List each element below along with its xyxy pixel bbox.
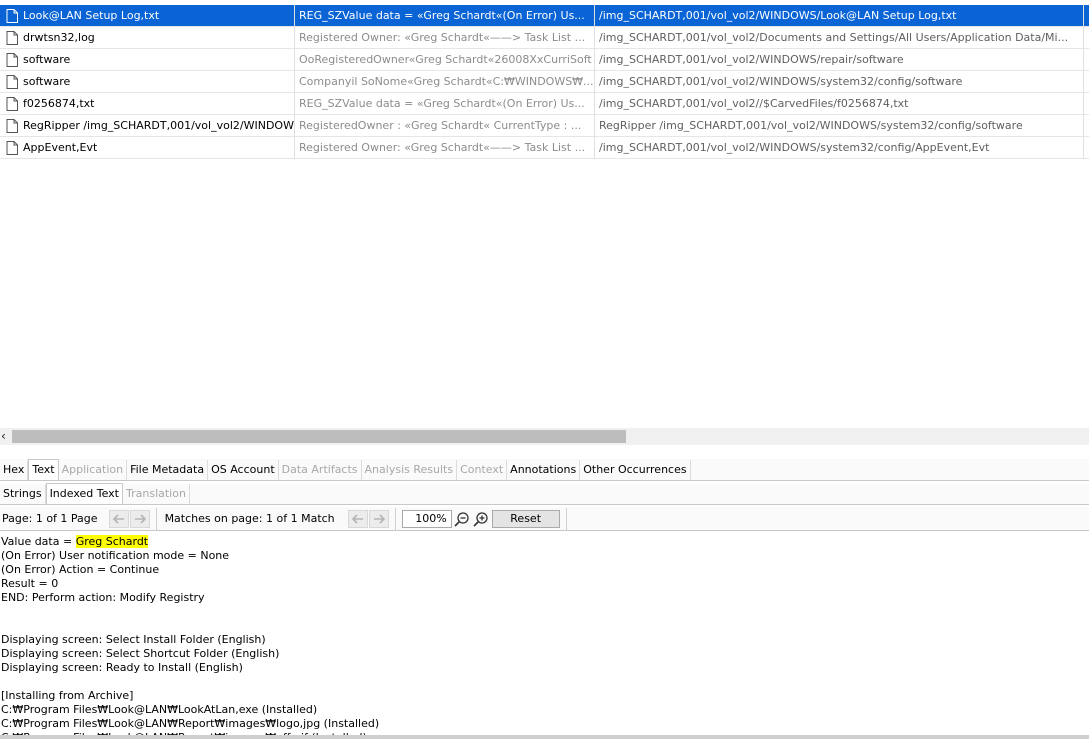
result-name-cell[interactable]: drwtsn32,log (0, 27, 295, 49)
result-name-cell[interactable]: AppEvent,Evt (0, 137, 295, 159)
previous-page-button[interactable] (108, 509, 129, 528)
zoom-in-button[interactable] (472, 510, 490, 528)
document-icon (6, 53, 18, 67)
file-name: AppEvent,Evt (23, 141, 98, 154)
file-path-cell[interactable]: /img_SCHARDT,001/vol_vol2/WINDOWS/system… (595, 137, 1084, 159)
file-path-cell[interactable]: /img_SCHARDT,001/vol_vol2/WINDOWS/Look@L… (595, 5, 1084, 27)
content-line: Displaying screen: Select Install Folder… (1, 633, 266, 646)
zoom-level-field[interactable]: 100% (401, 509, 452, 528)
zoom-out-button[interactable] (453, 510, 471, 528)
file-path-cell[interactable]: RegRipper /img_SCHARDT,001/vol_vol2/WIND… (595, 115, 1084, 137)
content-line: Result = 0 (1, 577, 59, 590)
tab-application: Application (59, 460, 128, 480)
result-name-cell[interactable]: software (0, 71, 295, 93)
horizontal-scrollbar[interactable]: ‹ (0, 428, 1089, 445)
file-name: drwtsn32,log (23, 31, 95, 44)
content-line: [Installing from Archive] (1, 689, 134, 702)
result-row[interactable]: software Companyil SoNome«Greg Schardt«C:… (0, 71, 1089, 93)
tab-file-metadata[interactable]: File Metadata (127, 460, 209, 480)
keyword-preview-cell[interactable]: Registered Owner: «Greg Schardt«——> Task… (295, 27, 595, 49)
result-row[interactable]: AppEvent,Evt Registered Owner: «Greg Scha… (0, 137, 1089, 159)
file-path-cell[interactable]: /img_SCHARDT,001/vol_vol2/WINDOWS/system… (595, 71, 1084, 93)
content-line: END: Perform action: Modify Registry (1, 591, 205, 604)
bottom-scroll-edge (0, 735, 1089, 739)
content-line: Displaying screen: Select Shortcut Folde… (1, 647, 280, 660)
result-name-cell[interactable]: Look@LAN Setup Log,txt (0, 5, 295, 27)
page-indicator: Page: 1 of 1 Page (2, 512, 98, 525)
content-line: C:₩Program Files₩Look@LAN₩LookAtLan,exe … (1, 703, 318, 716)
file-path-cell[interactable]: /img_SCHARDT,001/vol_vol2/Documents and … (595, 27, 1084, 49)
content-line: C:₩Program Files₩Look@LAN₩Report₩images₩… (1, 717, 380, 730)
tab-analysis-results: Analysis Results (362, 460, 458, 480)
text-viewer-toolbar: Page: 1 of 1 Page Matches on page: 1 of … (0, 507, 1089, 531)
zoom-in-icon (473, 511, 488, 527)
file-path-cell[interactable]: /img_SCHARDT,001/vol_vol2//$CarvedFiles/… (595, 93, 1084, 115)
subtab-translation: Translation (123, 484, 190, 504)
document-icon (6, 75, 18, 89)
tab-other-occurrences[interactable]: Other Occurrences (580, 460, 691, 480)
match-indicator: Matches on page: 1 of 1 Match (164, 512, 335, 525)
result-row[interactable]: Look@LAN Setup Log,txt REG_SZValue data =… (0, 5, 1089, 27)
toolbar-divider (155, 507, 157, 530)
file-name: Look@LAN Setup Log,txt (23, 9, 160, 22)
result-name-cell[interactable]: f0256874,txt (0, 93, 295, 115)
tab-context: Context (457, 460, 508, 480)
content-line (1, 605, 1087, 619)
result-name-cell[interactable]: RegRipper /img_SCHARDT,001/vol_vol2/WIND… (0, 115, 295, 137)
scrollbar-thumb[interactable] (12, 430, 626, 443)
subtab-strings[interactable]: Strings (0, 484, 46, 504)
tab-annotations[interactable]: Annotations (507, 460, 581, 480)
keyword-preview-cell[interactable]: REG_SZValue data = «Greg Schardt«(On Err… (295, 5, 595, 27)
document-icon (6, 9, 18, 23)
toolbar-divider (565, 507, 567, 530)
file-name: RegRipper /img_SCHARDT,001/vol_vol2/WIND… (23, 119, 294, 132)
file-name: f0256874,txt (23, 97, 95, 110)
value-prefix: Value data = (1, 535, 76, 548)
keyword-preview-cell[interactable]: Registered Owner: «Greg Schardt«——> Task… (295, 137, 595, 159)
result-row[interactable]: drwtsn32,log Registered Owner: «Greg Scha… (0, 27, 1089, 49)
zoom-out-icon (454, 511, 469, 527)
content-line: (On Error) User notification mode = None (1, 549, 230, 562)
tab-os-account[interactable]: OS Account (208, 460, 279, 480)
next-match-button[interactable] (368, 509, 389, 528)
file-path-cell[interactable]: /img_SCHARDT,001/vol_vol2/WINDOWS/repair… (595, 49, 1084, 71)
arrow-right-icon (134, 513, 146, 524)
document-icon (6, 31, 18, 45)
search-hit-highlight: Greg Schardt (75, 535, 149, 548)
content-line (1, 675, 1087, 689)
keyword-preview-cell[interactable]: OoRegisteredOwner«Greg Schardt«26008XxCu… (295, 49, 595, 71)
reset-zoom-button[interactable]: Reset (491, 509, 560, 528)
file-name: software (23, 53, 71, 66)
viewer-tab-bar: Hex Text Application File Metadata OS Accoun… (0, 459, 1089, 481)
document-icon (6, 119, 18, 133)
document-icon (6, 97, 18, 111)
tab-hex[interactable]: Hex (0, 460, 29, 480)
arrow-left-icon (351, 513, 363, 524)
chevron-left-icon[interactable]: ‹ (1, 429, 11, 443)
result-name-cell[interactable]: software (0, 49, 295, 71)
arrow-right-icon (373, 513, 385, 524)
file-name: software (23, 75, 71, 88)
tab-data-artifacts: Data Artifacts (279, 460, 362, 480)
text-view-tab-bar: Strings Indexed Text Translation (0, 483, 1089, 505)
indexed-text-content[interactable]: Value data = Greg Schardt (On Error) Use… (1, 535, 1087, 735)
subtab-indexed-text[interactable]: Indexed Text (45, 483, 123, 504)
keyword-preview-cell[interactable]: Companyil SoNome«Greg Schardt«C:₩WINDOWS… (295, 71, 595, 93)
previous-match-button[interactable] (347, 509, 368, 528)
result-row[interactable]: RegRipper /img_SCHARDT,001/vol_vol2/WIND… (0, 115, 1089, 137)
result-row[interactable]: software OoRegisteredOwner«Greg Schardt«2… (0, 49, 1089, 71)
document-icon (6, 141, 18, 155)
content-line (1, 619, 1087, 633)
content-line: (On Error) Action = Continue (1, 563, 160, 576)
next-page-button[interactable] (129, 509, 150, 528)
tab-text[interactable]: Text (28, 459, 59, 480)
results-table: Look@LAN Setup Log,txt REG_SZValue data =… (0, 5, 1089, 159)
content-line: Value data = Greg Schardt (1, 535, 1087, 549)
keyword-preview-cell[interactable]: REG_SZValue data = «Greg Schardt«(On Err… (295, 93, 595, 115)
result-row[interactable]: f0256874,txt REG_SZValue data = «Greg Sch… (0, 93, 1089, 115)
keyword-preview-cell[interactable]: RegisteredOwner : «Greg Schardt« Current… (295, 115, 595, 137)
arrow-left-icon (112, 513, 124, 524)
toolbar-divider (394, 507, 396, 530)
content-line: Displaying screen: Ready to Install (Eng… (1, 661, 243, 674)
